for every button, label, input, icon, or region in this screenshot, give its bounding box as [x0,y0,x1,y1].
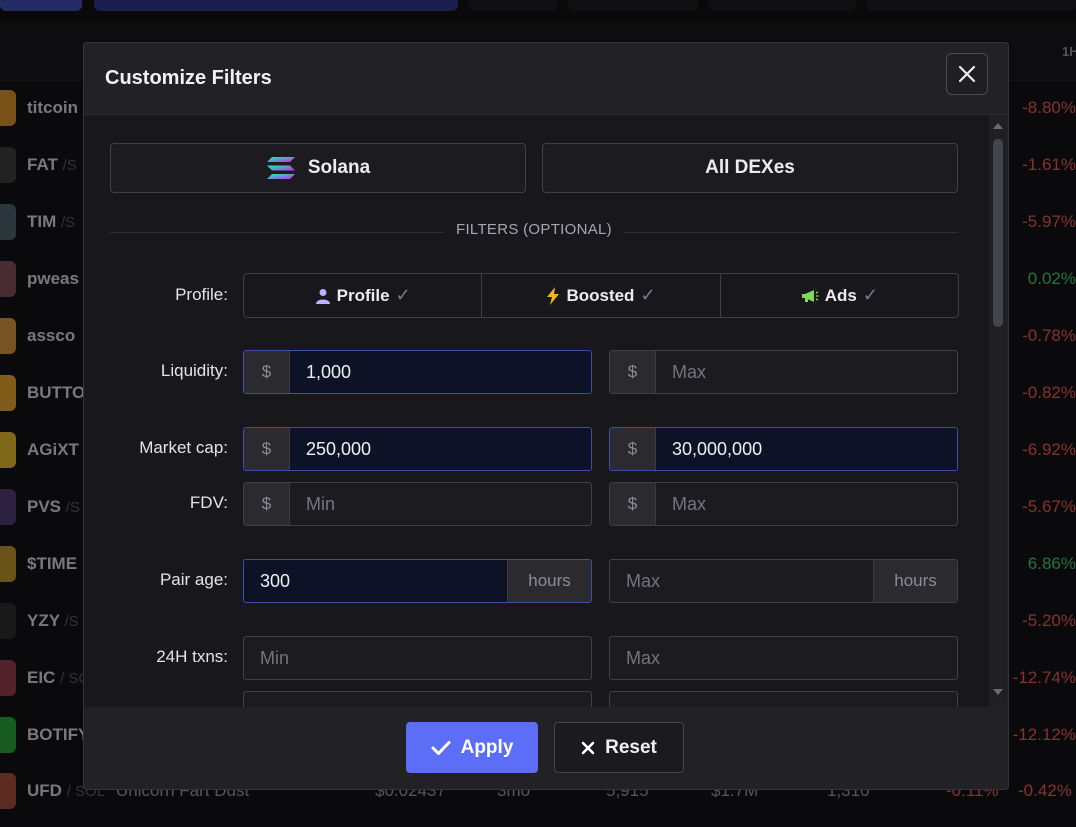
dex-label: All DEXes [705,157,795,178]
pair-age-max-field: hours [609,559,958,603]
market-cap-label: Market cap: [139,438,228,457]
toggle-label: Profile [336,285,390,305]
hours-suffix: hours [873,560,957,602]
profile-toggle-group: Profile ✓ Boosted ✓ Ads ✓ [243,273,959,318]
toggle-label: Boosted [566,285,635,305]
dollar-prefix: $ [244,483,290,525]
txns-24h-label: 24H txns: [156,647,228,666]
check-icon: ✓ [395,285,411,305]
filters-body: Solana All DEXes FILTERS (OPTIONAL) Prof… [84,114,1007,707]
close-icon [958,65,976,83]
apply-button[interactable]: Apply [406,722,538,773]
toggle-ads[interactable]: Ads ✓ [721,274,958,317]
customize-filters-modal: Customize Filters Solana All DEXes FILTE… [83,42,1009,790]
fdv-max-input[interactable] [656,483,957,525]
next-max-field[interactable] [609,691,958,707]
toggle-label: Ads [824,285,857,305]
liquidity-label: Liquidity: [160,361,228,380]
dollar-prefix: $ [610,351,656,393]
hours-suffix: hours [507,560,591,602]
scroll-down-icon[interactable] [993,689,1003,695]
liquidity-min-input[interactable] [290,351,591,393]
toggle-profile[interactable]: Profile ✓ [244,274,483,317]
modal-title: Customize Filters [105,67,272,89]
check-icon: ✓ [862,285,878,305]
chain-select-button[interactable]: Solana [110,143,526,193]
check-icon [431,740,451,755]
pair-age-max-input[interactable] [610,560,873,602]
market-cap-max-field: $ [609,427,958,471]
dollar-prefix: $ [244,351,290,393]
user-icon [315,288,330,304]
liquidity-max-input[interactable] [656,351,957,393]
apply-label: Apply [460,736,514,758]
fdv-max-field: $ [609,482,958,526]
lightning-icon [547,286,560,305]
reset-label: Reset [605,736,657,758]
txns-24h-max-input[interactable] [610,637,957,679]
chain-label: Solana [307,157,371,178]
txns-24h-min-field [243,636,592,680]
profile-label: Profile: [175,285,228,304]
liquidity-max-field: $ [609,350,958,394]
dollar-prefix: $ [244,428,290,470]
solana-icon [266,157,295,179]
toggle-boosted[interactable]: Boosted ✓ [482,274,721,317]
pair-age-label: Pair age: [159,570,228,589]
close-icon [581,741,595,754]
close-button[interactable] [946,53,988,95]
fdv-label: FDV: [189,493,228,512]
filters-heading: FILTERS (OPTIONAL) [444,221,624,238]
fdv-min-field: $ [243,482,592,526]
scrollbar[interactable] [989,115,1007,707]
next-min-field[interactable] [243,691,592,707]
txns-24h-max-field [609,636,958,680]
txns-24h-min-input[interactable] [244,637,591,679]
dollar-prefix: $ [610,428,656,470]
reset-button[interactable]: Reset [554,722,684,773]
market-cap-min-field: $ [243,427,592,471]
pair-age-min-field: hours [243,559,592,603]
fdv-min-input[interactable] [290,483,591,525]
check-icon: ✓ [640,285,656,305]
market-cap-max-input[interactable] [656,428,957,470]
liquidity-min-field: $ [243,350,592,394]
dex-select-button[interactable]: All DEXes [542,143,958,193]
pair-age-min-input[interactable] [244,560,507,602]
dollar-prefix: $ [610,483,656,525]
scrollbar-thumb[interactable] [993,139,1003,327]
market-cap-min-input[interactable] [290,428,591,470]
megaphone-icon [801,289,819,302]
scroll-up-icon[interactable] [993,123,1003,129]
